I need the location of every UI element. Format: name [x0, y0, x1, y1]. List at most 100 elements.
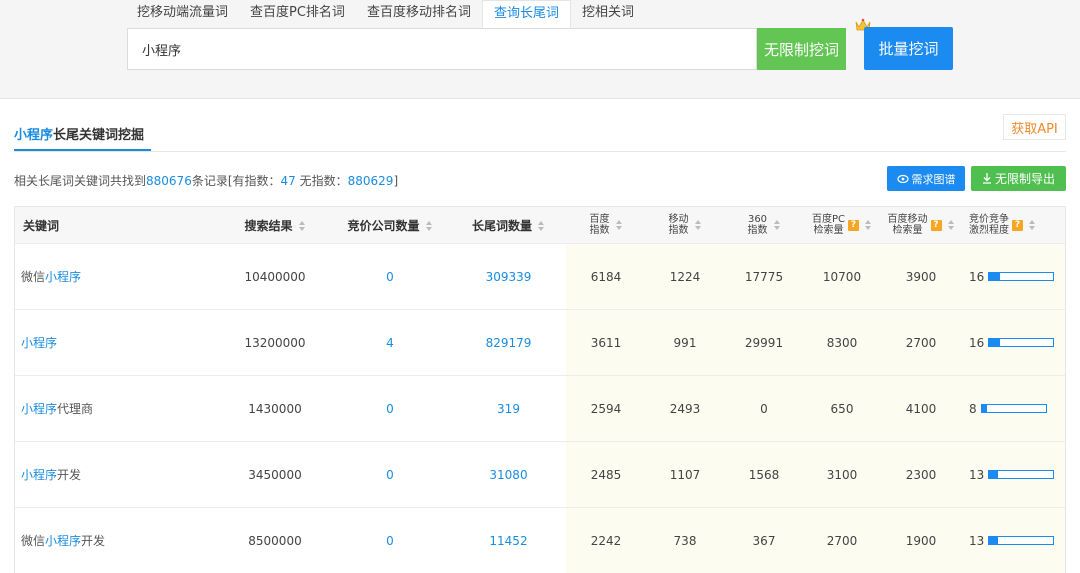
col-baidu-index[interactable]: 百度 指数 — [567, 214, 645, 236]
baidu-index: 6184 — [590, 269, 622, 284]
help-icon[interactable]: ? — [848, 219, 859, 231]
table-body: 微信小程序 10400000 0 309339 6184 1224 17775 10700 39… — [15, 244, 1065, 573]
keyword-link[interactable]: 小程序 — [15, 334, 220, 351]
longtail-link[interactable]: 31080 — [450, 468, 567, 482]
competition-bar — [988, 536, 1055, 545]
mobile-index: 991 — [673, 335, 697, 350]
sort-icon[interactable] — [947, 220, 955, 230]
sort-icon[interactable] — [694, 220, 702, 230]
sort-icon[interactable] — [425, 221, 433, 231]
search-results: 1430000 — [248, 401, 302, 416]
index-360: 1568 — [748, 467, 780, 482]
table-row: 小程序代理商 1430000 0 319 2594 2493 0 650 4100 8 — [15, 376, 1065, 442]
tab-baidu-pc-rank[interactable]: 查百度PC排名词 — [239, 0, 356, 28]
bidders-link[interactable]: 4 — [330, 336, 450, 350]
bidders-link[interactable]: 0 — [330, 468, 450, 482]
search-results: 10400000 — [244, 269, 306, 284]
col-longtail[interactable]: 长尾词数量 — [450, 217, 567, 234]
search-results: 8500000 — [248, 533, 302, 548]
col-mobile-index[interactable]: 移动 指数 — [645, 214, 725, 236]
bidders-link[interactable]: 0 — [330, 270, 450, 284]
competition-bar — [980, 404, 1047, 413]
keyword-link[interactable]: 小程序开发 — [15, 466, 220, 483]
pc-volume: 3100 — [826, 467, 858, 482]
mobile-volume: 2300 — [905, 467, 937, 482]
competition-level: 8 — [961, 402, 1065, 416]
mobile-index: 1107 — [669, 467, 701, 482]
search-box — [127, 28, 757, 70]
unlimited-mine-button[interactable]: 无限制挖词 — [757, 28, 846, 70]
baidu-index: 2242 — [590, 533, 622, 548]
search-results: 3450000 — [248, 467, 302, 482]
longtail-link[interactable]: 319 — [450, 402, 567, 416]
sort-icon[interactable] — [865, 220, 872, 230]
baidu-index: 2594 — [590, 401, 622, 416]
competition-level: 13 — [961, 534, 1065, 548]
sort-icon[interactable] — [298, 221, 306, 231]
longtail-link[interactable]: 11452 — [450, 534, 567, 548]
table-row: 小程序 13200000 4 829179 3611 991 29991 8300 2700 16 — [15, 310, 1065, 376]
pc-volume: 2700 — [826, 533, 858, 548]
sort-icon[interactable] — [773, 220, 781, 230]
help-icon[interactable]: ? — [930, 219, 942, 231]
sort-icon[interactable] — [1029, 220, 1036, 230]
keyword-link[interactable]: 小程序代理商 — [15, 400, 220, 417]
unlimited-export-button[interactable]: 无限制导出 — [971, 166, 1066, 191]
pc-volume: 10700 — [822, 269, 862, 284]
bidders-link[interactable]: 0 — [330, 534, 450, 548]
graph-icon — [896, 174, 909, 183]
with-index-count: 47 — [280, 174, 296, 188]
mobile-volume: 4100 — [905, 401, 937, 416]
col-bidders[interactable]: 竞价公司数量 — [330, 217, 450, 234]
col-mobile-volume[interactable]: 百度移动 检索量? — [881, 214, 961, 236]
baidu-index: 2485 — [590, 467, 622, 482]
index-360: 0 — [760, 401, 768, 416]
search-panel: 挖移动端流量词 查百度PC排名词 查百度移动排名词 查询长尾词 挖相关词 无限制… — [0, 0, 1080, 99]
table-row: 微信小程序开发 8500000 0 11452 2242 738 367 2700 1900 13 — [15, 508, 1065, 573]
tab-baidu-mobile-rank[interactable]: 查百度移动排名词 — [356, 0, 482, 28]
result-summary: 相关长尾词关键词共找到880676条记录[有指数：47 无指数：880629] — [14, 174, 399, 188]
pc-volume: 650 — [830, 401, 854, 416]
mobile-volume: 2700 — [905, 335, 937, 350]
batch-mine-button[interactable]: 批量挖词 — [864, 27, 953, 70]
competition-level: 16 — [961, 270, 1065, 284]
table-row: 微信小程序 10400000 0 309339 6184 1224 17775 10700 39… — [15, 244, 1065, 310]
search-input[interactable] — [128, 29, 756, 69]
longtail-link[interactable]: 829179 — [450, 336, 567, 350]
col-competition[interactable]: 竞价竞争 激烈程度? — [961, 214, 1065, 236]
table-header: 关键词 搜索结果 竞价公司数量 长尾词数量 百度 指数 移动 指数 360 指数 百度… — [15, 207, 1065, 244]
total-count: 880676 — [146, 174, 192, 188]
sort-icon[interactable] — [538, 221, 545, 231]
mobile-index: 2493 — [669, 401, 701, 416]
tab-longtail[interactable]: 查询长尾词 — [481, 0, 571, 28]
baidu-index: 3611 — [590, 335, 622, 350]
col-results[interactable]: 搜索结果 — [220, 217, 330, 234]
search-results: 13200000 — [244, 335, 306, 350]
keyword-table: 关键词 搜索结果 竞价公司数量 长尾词数量 百度 指数 移动 指数 360 指数 百度… — [14, 206, 1066, 573]
longtail-link[interactable]: 309339 — [450, 270, 567, 284]
col-keyword: 关键词 — [23, 218, 60, 233]
table-row: 小程序开发 3450000 0 31080 2485 1107 1568 3100 2300 13 — [15, 442, 1065, 508]
mobile-index: 738 — [673, 533, 697, 548]
sort-icon[interactable] — [615, 220, 623, 230]
competition-level: 13 — [961, 468, 1065, 482]
help-icon[interactable]: ? — [1012, 219, 1023, 231]
without-index-count: 880629 — [347, 174, 394, 188]
demand-graph-button[interactable]: 需求图谱 — [887, 166, 965, 191]
keyword-link[interactable]: 微信小程序 — [15, 268, 220, 285]
index-360: 367 — [752, 533, 776, 548]
competition-bar-fill — [989, 537, 998, 544]
competition-bar — [988, 470, 1055, 479]
tab-related[interactable]: 挖相关词 — [571, 0, 645, 28]
section-title: 小程序长尾关键词挖掘 — [14, 128, 145, 143]
competition-bar — [988, 338, 1055, 347]
competition-bar-fill — [989, 273, 1000, 280]
bidders-link[interactable]: 0 — [330, 402, 450, 416]
mobile-volume: 3900 — [905, 269, 937, 284]
tab-mobile-traffic[interactable]: 挖移动端流量词 — [126, 0, 239, 28]
col-pc-volume[interactable]: 百度PC 检索量? — [803, 214, 881, 236]
index-360: 29991 — [744, 335, 784, 350]
col-360-index[interactable]: 360 指数 — [725, 214, 803, 236]
get-api-button[interactable]: 获取API — [1003, 114, 1066, 140]
keyword-link[interactable]: 微信小程序开发 — [15, 532, 220, 549]
